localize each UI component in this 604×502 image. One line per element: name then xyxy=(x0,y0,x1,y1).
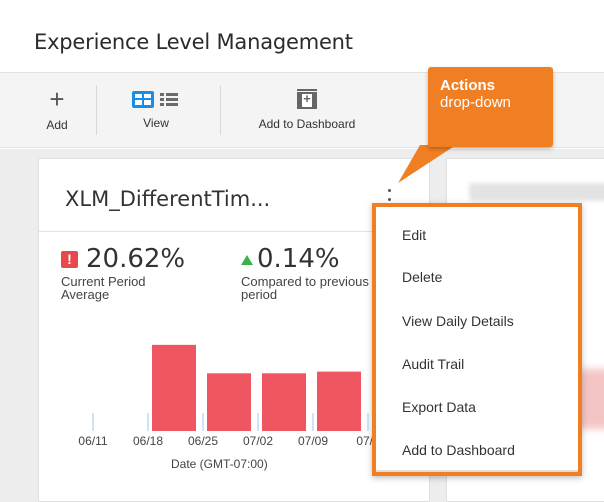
x-tick-label: 07/09 xyxy=(298,434,328,448)
add-button[interactable]: + Add xyxy=(40,73,74,147)
menu-item-view-daily-details[interactable]: View Daily Details xyxy=(402,313,514,329)
menu-item-edit[interactable]: Edit xyxy=(402,227,426,243)
menu-item-add-to-dashboard[interactable]: Add to Dashboard xyxy=(402,442,515,458)
list-view-icon[interactable] xyxy=(158,91,180,108)
compared-stat: 0.14% Compared to previous period xyxy=(241,245,371,301)
card-divider xyxy=(39,231,429,232)
add-to-dashboard-label: Add to Dashboard xyxy=(258,117,356,131)
callout-subtitle: drop-down xyxy=(440,94,511,111)
actions-dropdown: Edit Delete View Daily Details Audit Tra… xyxy=(372,203,582,476)
menu-footer-line xyxy=(376,470,578,472)
alert-icon: ! xyxy=(61,250,78,268)
callout-title: Actions xyxy=(440,77,496,94)
compared-value: 0.14% xyxy=(257,244,340,274)
chart-bar[interactable] xyxy=(207,373,251,431)
compared-caption: Compared to previous period xyxy=(241,274,369,302)
x-tick-label: 06/18 xyxy=(133,434,163,448)
menu-item-delete[interactable]: Delete xyxy=(402,269,442,285)
view-button[interactable]: View xyxy=(118,73,194,147)
actions-callout: Actions drop-down xyxy=(428,67,553,147)
menu-item-export-data[interactable]: Export Data xyxy=(402,399,476,415)
add-to-dashboard-icon xyxy=(297,89,317,109)
x-axis-title: Date (GMT-07:00) xyxy=(171,457,268,471)
menu-item-audit-trail[interactable]: Audit Trail xyxy=(402,356,464,372)
trend-up-icon xyxy=(241,255,253,265)
x-tick-label: 06/11 xyxy=(78,434,107,448)
chart-bar[interactable] xyxy=(152,344,196,431)
x-tick-label: 07/02 xyxy=(243,434,273,448)
current-period-value: 20.62% xyxy=(86,244,186,274)
current-period-stat: ! 20.62% Current Period Average xyxy=(61,245,191,301)
grid-view-icon[interactable] xyxy=(132,90,154,108)
card-title: XLM_DifferentTim... xyxy=(65,187,271,211)
toolbar-divider xyxy=(220,85,221,135)
x-tick-label: 06/25 xyxy=(188,434,218,448)
blurred-title xyxy=(469,183,604,201)
add-to-dashboard-button[interactable]: Add to Dashboard xyxy=(242,73,372,147)
view-button-label: View xyxy=(143,115,169,130)
add-button-label: Add xyxy=(46,118,68,132)
chart-bar[interactable] xyxy=(317,371,361,431)
chart-bar[interactable] xyxy=(262,373,306,431)
current-period-caption: Current Period Average xyxy=(61,274,146,302)
page-title: Experience Level Management xyxy=(34,30,353,54)
plus-icon: + xyxy=(49,84,65,114)
toolbar-divider xyxy=(96,85,97,135)
